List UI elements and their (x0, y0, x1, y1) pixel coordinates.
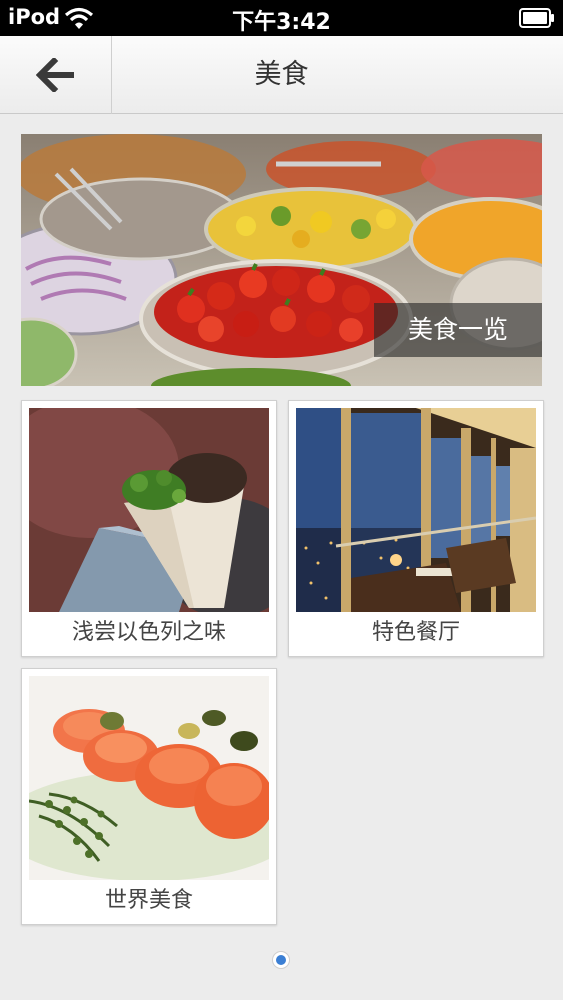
tile-featured-restaurant[interactable]: 特色餐厅 (288, 400, 544, 657)
tile-label: 世界美食 (104, 888, 193, 913)
nav-bar: 美食 (0, 36, 563, 114)
wrap-sandwich-photo (29, 408, 269, 612)
page-indicator-active (276, 955, 286, 965)
clock: 下午3:42 (232, 10, 331, 35)
tile-israeli-flavor[interactable]: 浅尝以色列之味 (21, 400, 277, 657)
banner-caption: 美食一览 (374, 303, 542, 357)
salmon-rolls-photo (29, 676, 269, 880)
restaurant-city-view-photo (296, 408, 536, 612)
tile-world-cuisine[interactable]: 世界美食 (21, 668, 277, 925)
battery-icon (519, 8, 554, 28)
banner-food-overview[interactable]: 美食一览 (21, 134, 542, 386)
back-arrow-icon (35, 58, 74, 92)
tile-label: 浅尝以色列之味 (71, 620, 226, 645)
status-bar: iPod 下午3:42 (0, 0, 563, 36)
back-button[interactable] (0, 36, 112, 114)
tile-label: 特色餐厅 (371, 620, 460, 645)
tile-thumbnail (29, 408, 269, 612)
tile-thumbnail (296, 408, 536, 612)
page-title: 美食 (254, 59, 309, 90)
tile-thumbnail (29, 676, 269, 880)
page-indicator-dot[interactable] (272, 951, 290, 969)
